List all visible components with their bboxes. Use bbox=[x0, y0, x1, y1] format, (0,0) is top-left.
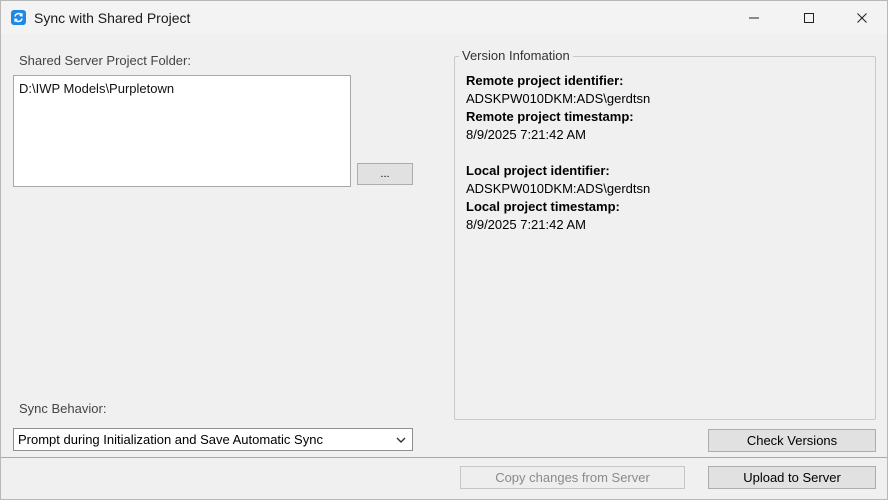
sync-behavior-value: Prompt during Initialization and Save Au… bbox=[18, 432, 323, 447]
local-id-label: Local project identifier: bbox=[466, 163, 610, 178]
sync-app-icon bbox=[11, 10, 26, 25]
close-icon bbox=[857, 12, 867, 23]
footer-divider bbox=[1, 457, 887, 458]
sync-behavior-label: Sync Behavior: bbox=[19, 401, 107, 416]
maximize-icon bbox=[804, 12, 814, 23]
local-timestamp-label: Local project timestamp: bbox=[466, 199, 620, 214]
close-button[interactable] bbox=[839, 1, 885, 34]
sync-behavior-select[interactable]: Prompt during Initialization and Save Au… bbox=[13, 428, 413, 451]
local-id-value: ADSKPW010DKM:ADS\gerdtsn bbox=[466, 181, 651, 196]
folder-label: Shared Server Project Folder: bbox=[19, 53, 191, 68]
local-timestamp-value: 8/9/2025 7:21:42 AM bbox=[466, 217, 586, 232]
remote-timestamp-label: Remote project timestamp: bbox=[466, 109, 634, 124]
browse-button[interactable]: ... bbox=[357, 163, 413, 185]
check-versions-button[interactable]: Check Versions bbox=[708, 429, 876, 452]
upload-to-server-button[interactable]: Upload to Server bbox=[708, 466, 876, 489]
minimize-button[interactable] bbox=[731, 1, 777, 34]
remote-timestamp-value: 8/9/2025 7:21:42 AM bbox=[466, 127, 586, 142]
copy-changes-button[interactable]: Copy changes from Server bbox=[460, 466, 685, 489]
sync-dialog: Sync with Shared Project Shared Server P… bbox=[0, 0, 888, 500]
folder-path-field[interactable]: D:\IWP Models\Purpletown bbox=[13, 75, 351, 187]
remote-id-value: ADSKPW010DKM:ADS\gerdtsn bbox=[466, 91, 651, 106]
folder-path-value: D:\IWP Models\Purpletown bbox=[19, 81, 175, 96]
chevron-down-icon bbox=[390, 429, 412, 450]
minimize-icon bbox=[749, 17, 759, 18]
title-bar: Sync with Shared Project bbox=[1, 1, 887, 34]
window-title: Sync with Shared Project bbox=[34, 10, 191, 26]
remote-id-label: Remote project identifier: bbox=[466, 73, 624, 88]
maximize-button[interactable] bbox=[786, 1, 832, 34]
version-info-title: Version Infomation bbox=[459, 48, 573, 63]
